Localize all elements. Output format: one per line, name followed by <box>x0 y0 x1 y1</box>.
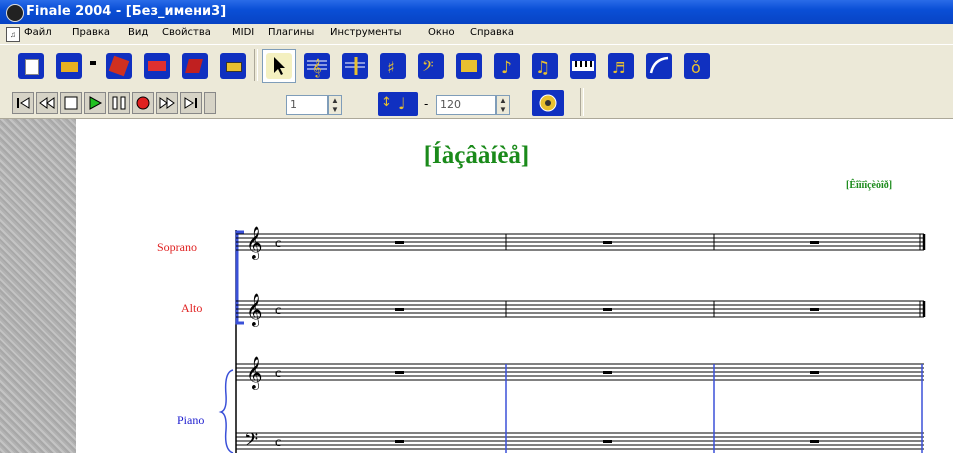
common-time-icon: c <box>275 303 281 318</box>
common-time-icon: c <box>275 435 281 450</box>
whole-rest <box>395 371 404 374</box>
staff-piano-treble <box>236 363 924 381</box>
staff-soprano <box>236 233 926 251</box>
whole-rest <box>603 371 612 374</box>
treble-clef-icon: 𝄞 <box>246 356 263 390</box>
whole-rest <box>395 241 404 244</box>
score-notation: 𝄞 c 𝄞 c 𝄞 c 𝄢 c <box>218 226 926 453</box>
whole-rest <box>810 371 819 374</box>
whole-rest <box>395 308 404 311</box>
bass-clef-icon: 𝄢 <box>244 430 258 453</box>
whole-rest <box>810 440 819 443</box>
whole-rest <box>395 440 404 443</box>
piano-barlines <box>505 364 923 453</box>
whole-rest <box>810 241 819 244</box>
staff-piano-bass <box>236 432 924 450</box>
treble-clef-icon: 𝄞 <box>246 226 263 260</box>
common-time-icon: c <box>275 236 281 251</box>
whole-rest <box>603 440 612 443</box>
common-time-icon: c <box>275 366 281 381</box>
whole-rest <box>810 308 819 311</box>
treble-clef-icon: 𝄞 <box>246 293 263 327</box>
staff-alto <box>236 300 926 318</box>
whole-rest <box>603 241 612 244</box>
piano-brace <box>218 369 234 453</box>
whole-rest <box>603 308 612 311</box>
